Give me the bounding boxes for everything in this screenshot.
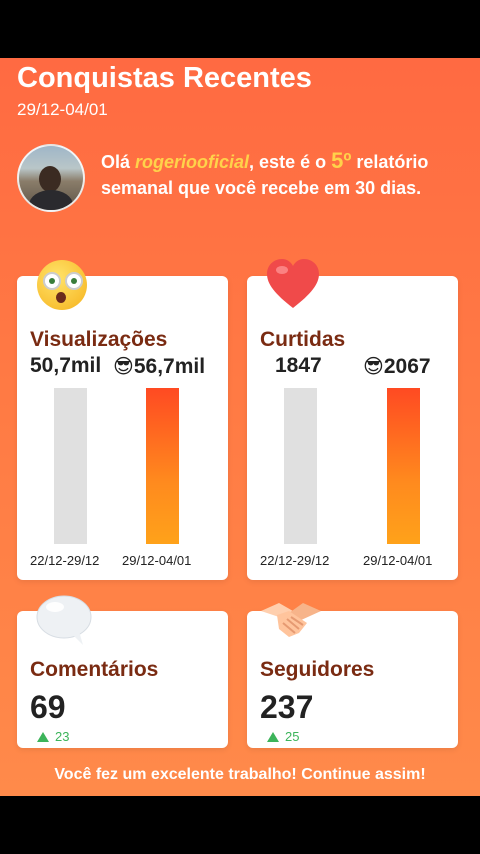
views-current-value: 56,7mil <box>133 355 206 378</box>
likes-current-bar <box>387 388 420 544</box>
greeting-prefix: Olá <box>101 152 136 172</box>
comments-delta-value: 23 <box>55 729 70 744</box>
views-title: Visualizações <box>30 328 168 351</box>
views-current-value-wrap: 😎56,7mil <box>113 354 205 379</box>
face-mouth <box>56 292 66 303</box>
date-range: 29/12-04/01 <box>17 100 108 119</box>
avatar-head <box>39 166 61 192</box>
avatar-shirt <box>29 190 73 210</box>
comments-card[interactable]: Comentários 69 23 <box>17 595 228 748</box>
sunglasses-face-icon: 😎 <box>363 356 384 378</box>
sunglasses-face-icon: 😎 <box>113 356 134 378</box>
speech-bubble-icon <box>36 595 92 645</box>
likes-current-value: 2067 <box>383 355 431 378</box>
up-arrow-icon <box>267 732 279 742</box>
greeting-text: Olá rogeriooficial, este é o 5º relatóri… <box>101 148 441 201</box>
likes-title: Curtidas <box>260 328 346 351</box>
likes-current-value-wrap: 😎2067 <box>363 354 431 379</box>
followers-title: Seguidores <box>260 658 375 681</box>
bottom-black-bar <box>0 796 480 854</box>
views-previous-value: 50,7mil <box>30 354 102 377</box>
views-card[interactable]: Visualizações 50,7mil 😎56,7mil 22/12-29/… <box>17 260 228 580</box>
likes-previous-label: 22/12-29/12 <box>260 553 330 568</box>
report-number: 5º <box>331 148 352 173</box>
handshake-icon <box>261 603 321 637</box>
views-previous-bar <box>54 388 87 544</box>
followers-value: 237 <box>260 689 314 725</box>
comments-title: Comentários <box>30 658 159 681</box>
likes-card[interactable]: Curtidas 1847 😎2067 22/12-29/12 29/12-04… <box>247 259 458 580</box>
followers-card[interactable]: Seguidores 237 25 <box>247 603 458 748</box>
views-previous-label: 22/12-29/12 <box>30 553 100 568</box>
up-arrow-icon <box>37 732 49 742</box>
followers-delta: 25 <box>267 729 299 744</box>
followers-delta-value: 25 <box>285 729 300 744</box>
avatar[interactable] <box>17 144 85 212</box>
top-black-bar <box>0 0 480 58</box>
face-eye-left <box>43 272 61 290</box>
views-current-bar <box>146 388 179 544</box>
heart-icon <box>267 259 319 308</box>
comments-delta: 23 <box>37 729 69 744</box>
weekly-report-panel: Conquistas Recentes 29/12-04/01 Olá roge… <box>0 58 480 796</box>
greeting-middle: , este é o <box>249 152 332 172</box>
views-current-label: 29/12-04/01 <box>122 553 192 568</box>
likes-current-label: 29/12-04/01 <box>363 553 433 568</box>
likes-previous-bar <box>284 388 317 544</box>
face-eye-right <box>65 272 83 290</box>
comments-value: 69 <box>30 689 66 725</box>
surprised-face-icon <box>37 260 87 310</box>
page-title: Conquistas Recentes <box>17 62 312 94</box>
footer-message: Você fez um excelente trabalho! Continue… <box>54 766 426 783</box>
username[interactable]: rogeriooficial <box>135 152 249 172</box>
likes-previous-value: 1847 <box>275 354 322 377</box>
